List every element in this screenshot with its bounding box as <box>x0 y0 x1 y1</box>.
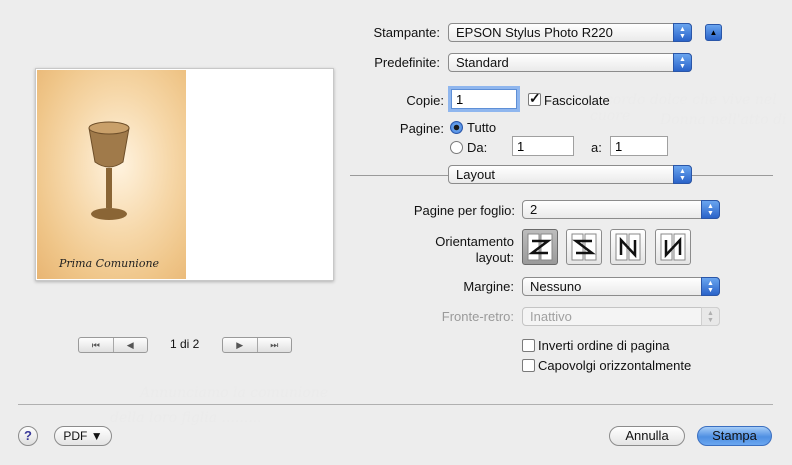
two-sided-label: Fronte-retro: <box>441 309 514 324</box>
page-preview: Prima Comunione <box>35 68 334 281</box>
popup-arrows-icon: ▲ ▼ <box>701 200 720 219</box>
popup-arrows-icon: ▲ ▼ <box>701 307 720 326</box>
help-button[interactable]: ? <box>18 426 38 446</box>
pages-from-label: Da: <box>467 140 488 155</box>
layout-n-icon <box>615 233 641 261</box>
layout-z-icon <box>527 233 553 261</box>
pages-from-radio[interactable] <box>450 141 463 154</box>
reverse-order-label: Inverti ordine di pagina <box>538 338 670 353</box>
orientation-label-line1: Orientamento <box>435 234 514 249</box>
pages-to-input[interactable] <box>610 136 668 156</box>
popup-arrows-icon: ▲ ▼ <box>673 53 692 72</box>
copies-input[interactable] <box>451 89 517 109</box>
page-indicator: 1 di 2 <box>170 337 200 351</box>
pages-per-sheet-label: Pagine per foglio: <box>413 203 515 218</box>
orientation-label-line2: layout: <box>475 250 514 265</box>
pages-all-label: Tutto <box>467 120 497 135</box>
panel-select-popup[interactable]: Layout ▲ ▼ <box>448 165 692 184</box>
printer-popup[interactable]: EPSON Stylus Photo R220 ▲ ▼ <box>448 23 692 42</box>
border-popup[interactable]: Nessuno ▲ ▼ <box>522 277 720 296</box>
copies-label: Copie: <box>406 93 444 108</box>
cancel-button[interactable]: Annulla <box>609 426 685 446</box>
layout-s-button[interactable] <box>566 229 602 265</box>
chalice-icon <box>88 121 130 220</box>
card-caption: Prima Comunione <box>59 257 160 270</box>
previous-page-icon[interactable]: ◀ <box>112 338 148 352</box>
presets-label: Predefinite: <box>374 55 440 70</box>
two-sided-popup[interactable]: Inattivo ▲ ▼ <box>522 307 720 326</box>
panel-select-value: Layout <box>456 167 496 182</box>
last-page-icon[interactable]: ⏭ <box>256 338 292 352</box>
presets-popup[interactable]: Standard ▲ ▼ <box>448 53 692 72</box>
collated-checkbox[interactable] <box>528 90 541 107</box>
pages-per-sheet-popup[interactable]: 2 ▲ ▼ <box>522 200 720 219</box>
disclosure-button[interactable]: ▲ <box>705 24 722 41</box>
card-image: Prima Comunione <box>37 70 186 279</box>
printer-label: Stampante: <box>373 25 441 40</box>
pages-label: Pagine: <box>399 121 444 136</box>
popup-arrows-icon: ▲ ▼ <box>701 277 720 296</box>
border-value: Nessuno <box>530 279 582 294</box>
preview-back-controls: ⏮ ◀ <box>78 337 148 353</box>
print-button[interactable]: Stampa <box>697 426 772 446</box>
two-sided-value: Inattivo <box>530 309 572 324</box>
layout-n-button[interactable] <box>610 229 646 265</box>
pages-all-radio[interactable] <box>450 121 463 134</box>
next-page-icon[interactable]: ▶ <box>223 338 257 352</box>
pages-from-input[interactable] <box>512 136 574 156</box>
layout-s-icon <box>571 233 597 261</box>
pdf-button[interactable]: PDF ▼ <box>54 426 112 446</box>
popup-arrows-icon: ▲ ▼ <box>673 165 692 184</box>
pages-per-sheet-value: 2 <box>530 202 538 217</box>
printer-value: EPSON Stylus Photo R220 <box>456 25 613 40</box>
border-label: Margine: <box>463 279 514 294</box>
popup-arrows-icon: ▲ ▼ <box>673 23 692 42</box>
pages-to-label: a: <box>591 140 602 155</box>
preview-forward-controls: ▶ ⏭ <box>222 337 292 353</box>
layout-n-reverse-button[interactable] <box>655 229 691 265</box>
presets-value: Standard <box>456 55 509 70</box>
flip-horizontal-checkbox[interactable] <box>522 359 535 372</box>
layout-z-button[interactable] <box>522 229 558 265</box>
first-page-icon[interactable]: ⏮ <box>79 338 113 352</box>
flip-horizontal-label: Capovolgi orizzontalmente <box>538 358 692 373</box>
collated-label: Fascicolate <box>544 93 610 108</box>
footer-divider <box>18 404 773 405</box>
layout-n-reverse-icon <box>660 233 686 261</box>
reverse-order-checkbox[interactable] <box>522 339 535 352</box>
